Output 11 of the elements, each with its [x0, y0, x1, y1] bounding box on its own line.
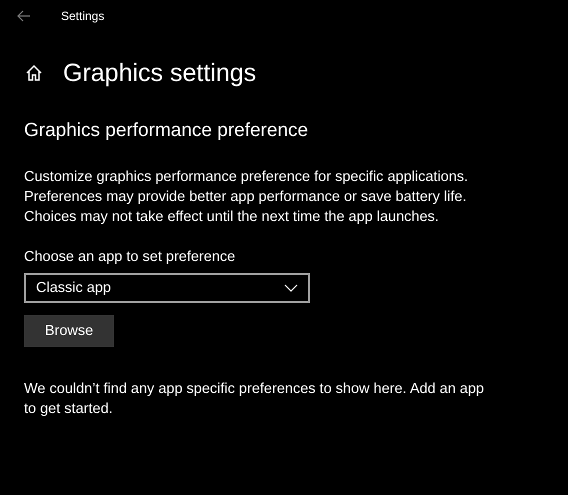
chevron-down-icon — [284, 284, 298, 292]
empty-message: We couldn’t find any app specific preferences to show here. Add an app to get started. — [24, 380, 485, 419]
back-icon[interactable] — [17, 10, 31, 22]
dropdown-label: Choose an app to set preference — [24, 249, 236, 265]
description-text: Customize graphics performance preference for specific applications. Preferences may provide better app performance or save battery life. Choices may not take effect until the next time the app launches. — [24, 168, 470, 227]
app-type-dropdown[interactable]: Classic app — [24, 273, 310, 303]
window-title: Settings — [61, 9, 104, 23]
browse-button[interactable]: Browse — [24, 315, 114, 347]
home-icon[interactable] — [25, 64, 43, 82]
page-title: Graphics settings — [63, 58, 256, 88]
section-heading: Graphics performance preference — [24, 120, 310, 142]
